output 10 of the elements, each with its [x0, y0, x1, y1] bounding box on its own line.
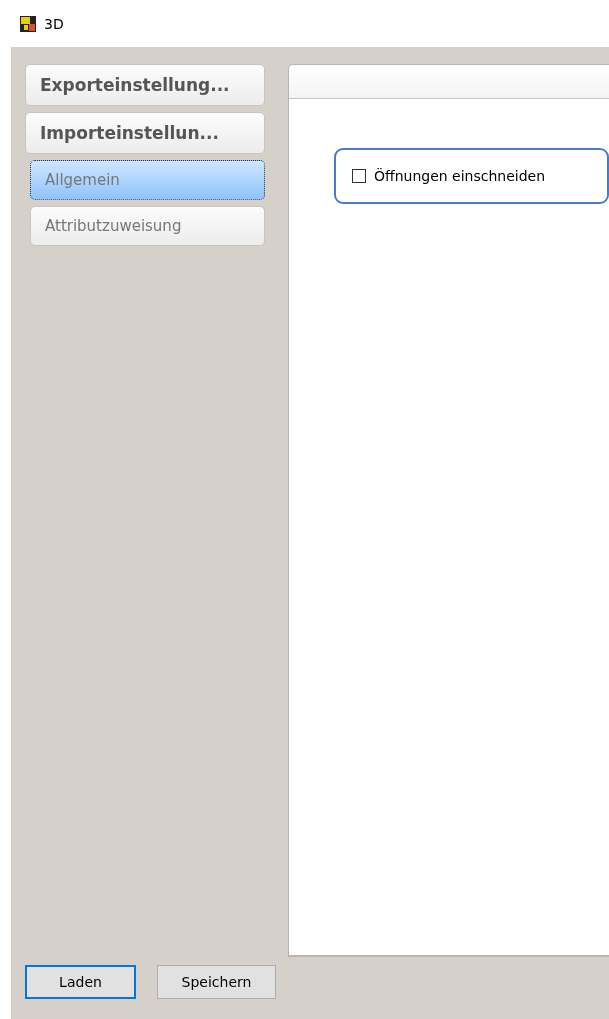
action-button[interactable]: Speichern: [157, 965, 276, 999]
window-title: 3D: [44, 15, 64, 32]
section-header[interactable]: Exporteinstellung...: [25, 64, 265, 106]
checkbox-group[interactable]: Öffnungen einschneiden: [334, 148, 609, 204]
action-button[interactable]: Laden: [25, 965, 136, 999]
checkbox-label: Öffnungen einschneiden: [374, 168, 546, 184]
app-icon: [20, 15, 36, 32]
checkbox[interactable]: [352, 169, 366, 183]
sidebar-item[interactable]: Attributzuweisung: [30, 206, 265, 246]
section-header[interactable]: Importeinstellun...: [25, 112, 265, 154]
